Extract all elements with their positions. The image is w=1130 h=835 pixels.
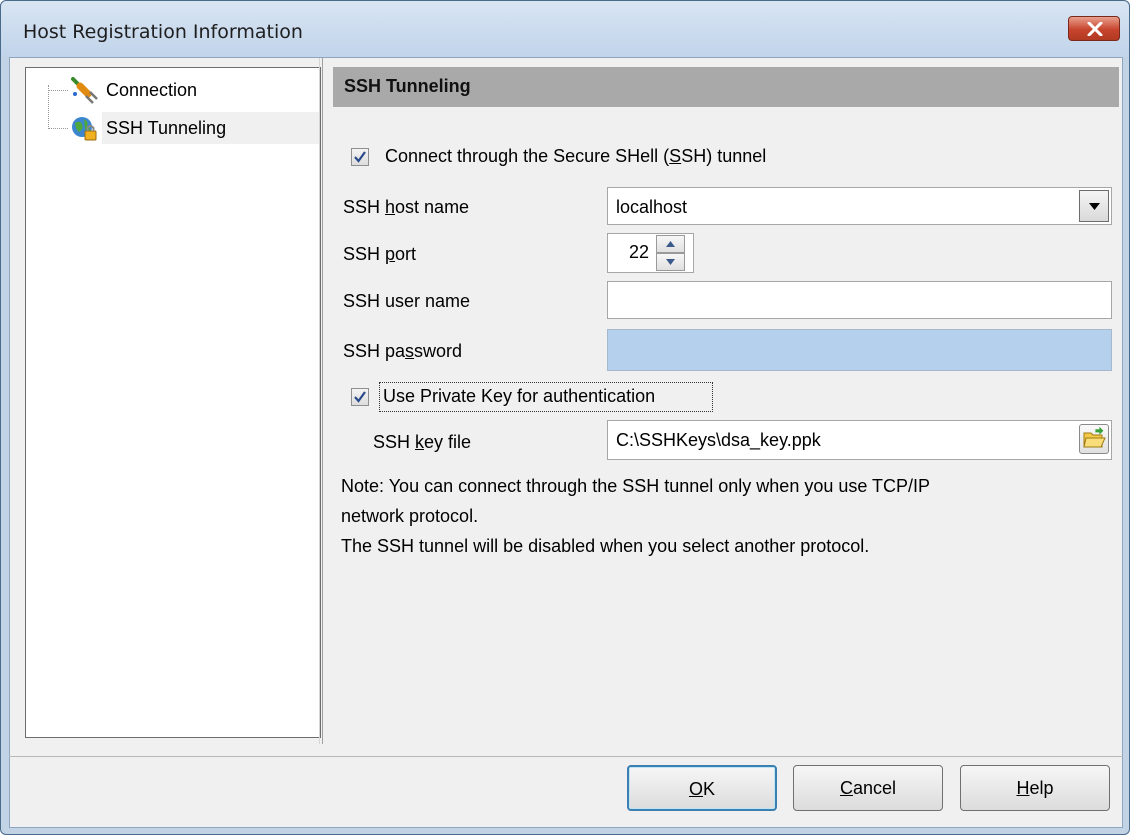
ssh-user-input[interactable] (607, 281, 1112, 319)
ssh-port-spinner[interactable]: 22 (607, 233, 694, 273)
ssh-host-value: localhost (616, 197, 688, 217)
help-button[interactable]: Help (960, 765, 1110, 811)
ssh-tunnel-label[interactable]: Connect through the Secure SHell (SSH) t… (385, 146, 766, 167)
browse-file-button[interactable] (1079, 424, 1109, 454)
ok-button[interactable]: OK (627, 765, 777, 811)
title-bar[interactable]: Host Registration Information (1, 1, 1129, 57)
note-line: The SSH tunnel will be disabled when you… (341, 536, 870, 556)
ssh-host-label: SSH host name (343, 197, 470, 217)
arrow-up-icon (666, 241, 675, 247)
close-icon (1087, 22, 1103, 36)
panel-splitter[interactable] (319, 58, 323, 744)
ssh-host-combobox[interactable]: localhost (607, 187, 1112, 225)
plug-icon (71, 77, 98, 104)
private-key-label[interactable]: Use Private Key for authentication (383, 386, 655, 407)
dialog-window: Host Registration Information Connection (0, 0, 1130, 835)
ssh-port-label: SSH port (343, 244, 417, 264)
cancel-button[interactable]: Cancel (793, 765, 943, 811)
chevron-down-icon (1089, 203, 1100, 210)
folder-open-icon (1083, 426, 1106, 448)
ssh-user-label: SSH user name (343, 291, 471, 311)
private-key-checkbox[interactable] (351, 388, 369, 406)
ssh-key-file-value: C:\SSHKeys\dsa_key.ppk (616, 430, 821, 450)
note-line: Note: You can connect through the SSH tu… (341, 476, 931, 496)
navigation-tree[interactable]: Connection SSH Tunneling (25, 67, 321, 738)
checkmark-icon (354, 391, 366, 403)
tree-item-ssh-tunneling[interactable]: SSH Tunneling (26, 112, 320, 144)
section-header: SSH Tunneling (333, 67, 1119, 107)
button-bar-divider (9, 756, 1123, 757)
ssh-password-label: SSH password (343, 341, 463, 361)
ssh-key-file-input[interactable]: C:\SSHKeys\dsa_key.ppk (607, 420, 1112, 460)
section-title: SSH Tunneling (344, 76, 471, 96)
close-button[interactable] (1068, 16, 1120, 41)
spin-down-button[interactable] (656, 253, 685, 271)
arrow-down-icon (666, 259, 675, 265)
ssh-password-input[interactable] (607, 329, 1112, 371)
note-text: Note: You can connect through the SSH tu… (341, 471, 1101, 561)
tree-item-label: Connection (106, 80, 198, 100)
window-title: Host Registration Information (23, 21, 303, 43)
ssh-tunnel-checkbox[interactable] (351, 148, 369, 166)
note-line: network protocol. (341, 506, 479, 526)
tree-item-label: SSH Tunneling (106, 118, 227, 138)
checkmark-icon (354, 151, 366, 163)
globe-lock-icon (72, 117, 97, 141)
spin-up-button[interactable] (656, 235, 685, 253)
dropdown-button[interactable] (1079, 190, 1109, 222)
tree-item-connection[interactable]: Connection (26, 74, 320, 106)
ssh-port-value: 22 (628, 242, 649, 262)
ssh-key-file-label: SSH key file (373, 432, 472, 452)
